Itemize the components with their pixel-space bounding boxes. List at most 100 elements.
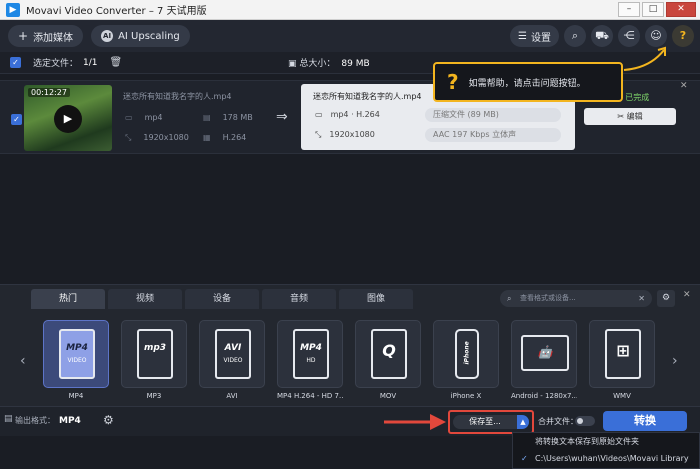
video-duration: 00:12:27 xyxy=(28,88,70,97)
mp4-icon: MP4 VIDEO xyxy=(59,329,95,379)
scroll-left-icon[interactable]: ‹ xyxy=(20,353,26,369)
search-button[interactable]: ⌕ xyxy=(564,25,586,47)
android-glyph: 🤖 xyxy=(537,345,553,359)
format-card: 🤖 xyxy=(511,320,577,388)
source-codec: ▦ H.264 xyxy=(203,133,246,142)
format-mov[interactable]: Q MOV xyxy=(355,320,421,400)
source-format: ▭ mp4 xyxy=(125,113,163,122)
output-resolution-value: 1920x1080 xyxy=(329,130,375,139)
format-label: WMV xyxy=(613,392,631,400)
format-card: Q xyxy=(355,320,421,388)
format-card: AVI VIDEO xyxy=(199,320,265,388)
format-search-input[interactable]: ⌕ 查看格式或设备... ✕ xyxy=(500,290,652,307)
menu-item-save-to-source-folder[interactable]: 将转换文本保存到原始文件夹 xyxy=(513,433,699,450)
quicktime-icon: Q xyxy=(371,329,407,379)
format-wmv[interactable]: ⊞ WMV xyxy=(589,320,655,400)
save-to-menu: 将转换文本保存到原始文件夹 ✓ C:\Users\wuhan\Videos\Mov… xyxy=(512,432,700,469)
menu-item-label: C:\Users\wuhan\Videos\Movavi Library xyxy=(535,454,689,463)
red-arrow-icon xyxy=(384,414,446,430)
play-icon[interactable]: ▶ xyxy=(54,105,82,133)
remove-file-icon[interactable]: ✕ xyxy=(680,81,688,91)
format-card: ⊞ xyxy=(589,320,655,388)
format-card: MP4 HD xyxy=(277,320,343,388)
maximize-button[interactable]: □ xyxy=(642,2,664,17)
search-icon: ⌕ xyxy=(507,294,512,303)
avi-icon: AVI VIDEO xyxy=(215,329,251,379)
format-mp3[interactable]: mp3 MP3 xyxy=(121,320,187,400)
format-mp4[interactable]: MP4 VIDEO MP4 xyxy=(43,320,109,400)
clear-search-icon[interactable]: ✕ xyxy=(638,290,645,307)
source-size-value: 178 MB xyxy=(222,113,253,122)
scroll-right-icon[interactable]: › xyxy=(672,353,678,369)
format-iphone-x[interactable]: iPhone iPhone X xyxy=(433,320,499,400)
minimize-button[interactable]: – xyxy=(618,2,640,17)
format-label: MP4 H.264 - HD 7... xyxy=(277,392,343,400)
help-button[interactable]: ? xyxy=(672,25,694,47)
edit-button[interactable]: ✂ 编辑 xyxy=(584,108,676,125)
ai-upscaling-button[interactable]: AI AI Upscaling xyxy=(91,25,190,47)
format-tabs: 热门 视频 设备 音频 图像 xyxy=(31,289,413,309)
add-media-button[interactable]: + 添加媒体 xyxy=(8,25,84,47)
compress-dropdown[interactable]: 压缩文件 (89 MB) xyxy=(425,108,561,122)
save-to-highlight: 保存至... ▲ xyxy=(448,410,534,434)
select-all-checkbox[interactable]: ✓ xyxy=(10,57,21,68)
format-android[interactable]: 🤖 Android - 1280x7... xyxy=(511,320,577,400)
tab-devices[interactable]: 设备 xyxy=(185,289,259,309)
file-list-empty-area xyxy=(0,154,700,284)
format-label: Android - 1280x7... xyxy=(511,392,577,400)
source-codec-value: H.264 xyxy=(222,133,247,142)
quicktime-glyph: Q xyxy=(382,341,396,360)
mp3-icon: mp3 xyxy=(137,329,173,379)
merge-files-toggle[interactable] xyxy=(575,416,595,426)
tab-images[interactable]: 图像 xyxy=(339,289,413,309)
help-arrow-icon xyxy=(623,46,666,71)
app-icon: ▶ xyxy=(6,2,20,17)
total-size-label: 总大小： xyxy=(299,59,336,69)
cart-button[interactable]: ⛟ xyxy=(591,25,613,47)
window-title: Movavi Video Converter – 7 天试用版 xyxy=(26,6,207,17)
convert-arrows-icon: ⇒ xyxy=(276,109,288,125)
total-size-icon: ▣ xyxy=(288,59,300,69)
source-format-value: mp4 xyxy=(144,113,163,122)
format-settings-icon[interactable]: ⚙ xyxy=(657,290,675,307)
settings-button[interactable]: ☰ 设置 xyxy=(510,25,559,47)
source-resolution: ⤡ 1920x1080 xyxy=(125,133,189,143)
format-label: MP4 xyxy=(68,392,84,400)
chevron-up-icon[interactable]: ▲ xyxy=(517,415,529,429)
question-icon: ? xyxy=(679,29,687,42)
tab-audio[interactable]: 音频 xyxy=(262,289,336,309)
output-settings-icon[interactable]: ⚙ xyxy=(103,413,114,427)
tab-video[interactable]: 视频 xyxy=(108,289,182,309)
tab-popular[interactable]: 热门 xyxy=(31,289,105,309)
mp4-hd-icon: MP4 HD xyxy=(293,329,329,379)
user-icon: ☺ xyxy=(650,29,662,42)
trash-icon[interactable]: 🗑 xyxy=(110,57,123,68)
source-resolution-value: 1920x1080 xyxy=(143,133,189,142)
sliders-icon: ☰ xyxy=(518,30,527,42)
format-card: MP4 VIDEO xyxy=(43,320,109,388)
format-icon-text: mp3 xyxy=(143,343,167,353)
audio-dropdown[interactable]: AAC 197 Kbps 立体声 xyxy=(425,128,561,142)
convert-button[interactable]: 转换 xyxy=(603,411,687,431)
help-tooltip: ? 如需帮助，请点击问题按钮。 xyxy=(433,62,623,102)
question-icon: ? xyxy=(447,70,459,94)
windows-icon: ⊞ xyxy=(605,329,641,379)
output-format-value: MP4 xyxy=(59,416,81,426)
close-button[interactable]: ✕ xyxy=(666,2,696,17)
menu-item-movavi-library[interactable]: ✓ C:\Users\wuhan\Videos\Movavi Library xyxy=(513,450,699,467)
format-label: MP3 xyxy=(146,392,162,400)
format-icon-sub: VIDEO xyxy=(223,357,243,364)
format-avi[interactable]: AVI VIDEO AVI xyxy=(199,320,265,400)
plus-icon: + xyxy=(18,29,29,43)
video-thumbnail[interactable]: 00:12:27 ▶ xyxy=(24,85,112,151)
add-media-label: 添加媒体 xyxy=(33,32,74,44)
file-checkbox[interactable]: ✓ xyxy=(11,114,22,125)
format-label: iPhone X xyxy=(450,392,482,400)
film-icon: ▭ xyxy=(315,110,323,119)
collapse-panel-icon[interactable]: ✕ xyxy=(683,290,691,300)
merge-files-label: 合并文件： xyxy=(538,417,578,426)
format-icon-sub: VIDEO xyxy=(67,357,87,364)
save-to-button[interactable]: 保存至... xyxy=(453,415,517,429)
help-tooltip-text: 如需帮助，请点击问题按钮。 xyxy=(468,78,586,89)
format-mp4-hd[interactable]: MP4 HD MP4 H.264 - HD 7... xyxy=(277,320,343,400)
